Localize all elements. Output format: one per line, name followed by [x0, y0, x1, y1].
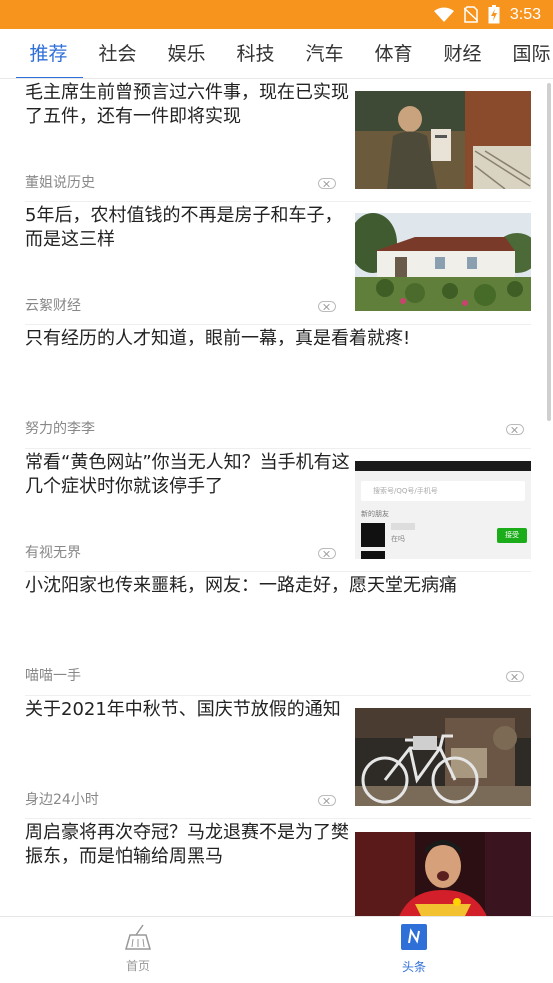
news-item[interactable]: 周启豪将再次夺冠？马龙退赛不是为了樊振东，而是怕输给周黑马 — [25, 819, 531, 916]
tab-tech[interactable]: 科技 — [221, 29, 290, 78]
news-source: 有视无界 — [25, 545, 81, 561]
news-source: 云絮财经 — [25, 298, 81, 314]
news-n-icon — [374, 924, 454, 952]
news-feed[interactable]: 毛主席生前曾预言过六件事，现在已实现了五件，还有一件即将实现 董姐说历史 5年后… — [0, 79, 553, 916]
news-source: 喵喵一手 — [25, 668, 81, 684]
news-item[interactable]: 毛主席生前曾预言过六件事，现在已实现了五件，还有一件即将实现 董姐说历史 — [25, 79, 531, 202]
phone-search-bar: 搜索号/QQ号/手机号 — [361, 481, 525, 501]
news-item[interactable]: 关于2021年中秋节、国庆节放假的通知 身边24小时 — [25, 696, 531, 819]
nav-headlines-label: 头条 — [401, 960, 426, 974]
news-title[interactable]: 毛主席生前曾预言过六件事，现在已实现了五件，还有一件即将实现 — [25, 81, 355, 129]
news-item[interactable]: 小沈阳家也传来噩耗，网友：一路走好，愿天堂无病痛 喵喵一手 — [25, 572, 531, 696]
broom-icon — [98, 923, 178, 951]
news-thumbnail[interactable] — [355, 708, 531, 806]
news-title[interactable]: 周启豪将再次夺冠？马龙退赛不是为了樊振东，而是怕输给周黑马 — [25, 821, 355, 869]
nav-home[interactable]: 首页 — [98, 923, 178, 974]
tab-sports[interactable]: 体育 — [359, 29, 428, 78]
wifi-icon — [433, 7, 454, 23]
news-title[interactable]: 常看“黄色网站”你当无人知？当手机有这几个症状时你就该停手了 — [25, 451, 355, 499]
feed-scrollbar[interactable] — [547, 83, 551, 421]
no-sim-icon — [463, 6, 478, 23]
phone-contact-note: 在吗 — [391, 535, 405, 543]
nav-home-label: 首页 — [125, 959, 150, 973]
bottom-nav: 首页 头条 — [0, 916, 553, 983]
news-title[interactable]: 只有经历的人才知道，眼前一幕，真是看着就疼! — [25, 327, 525, 351]
tab-finance[interactable]: 财经 — [428, 29, 497, 78]
dismiss-icon[interactable] — [318, 301, 336, 312]
news-thumbnail[interactable]: 搜索号/QQ号/手机号 新的朋友 在吗 接受 — [355, 461, 531, 559]
tab-society[interactable]: 社会 — [83, 29, 152, 78]
news-item[interactable]: 只有经历的人才知道，眼前一幕，真是看着就疼! 努力的李李 — [25, 325, 531, 449]
dismiss-icon[interactable] — [318, 548, 336, 559]
phone-section-label: 新的朋友 — [361, 510, 389, 518]
tab-international[interactable]: 国际 — [497, 29, 553, 78]
status-bar: 3:53 — [0, 0, 553, 29]
tab-recommend[interactable]: 推荐 — [0, 29, 83, 78]
dismiss-icon[interactable] — [506, 671, 524, 682]
dismiss-icon[interactable] — [318, 795, 336, 806]
news-title[interactable]: 关于2021年中秋节、国庆节放假的通知 — [25, 698, 355, 722]
news-source: 身边24小时 — [25, 792, 99, 808]
tab-entertainment[interactable]: 娱乐 — [152, 29, 221, 78]
news-thumbnail[interactable] — [355, 91, 531, 189]
news-thumbnail[interactable] — [355, 832, 531, 916]
nav-headlines[interactable]: 头条 — [374, 923, 454, 975]
category-tabs: 推荐 社会 娱乐 科技 汽车 体育 财经 国际 — [0, 29, 553, 79]
phone-accept-button: 接受 — [497, 528, 527, 543]
news-title[interactable]: 5年后，农村值钱的不再是房子和车子，而是这三样 — [25, 204, 355, 252]
news-item[interactable]: 5年后，农村值钱的不再是房子和车子，而是这三样 云絮财经 — [25, 202, 531, 325]
news-source: 董姐说历史 — [25, 175, 95, 191]
dismiss-icon[interactable] — [506, 424, 524, 435]
news-source: 努力的李李 — [25, 421, 95, 437]
news-item[interactable]: 常看“黄色网站”你当无人知？当手机有这几个症状时你就该停手了 有视无界 搜索号/… — [25, 449, 531, 572]
battery-charging-icon — [488, 5, 500, 24]
status-time: 3:53 — [509, 5, 541, 23]
tab-auto[interactable]: 汽车 — [290, 29, 359, 78]
dismiss-icon[interactable] — [318, 178, 336, 189]
news-thumbnail[interactable] — [355, 213, 531, 311]
news-title[interactable]: 小沈阳家也传来噩耗，网友：一路走好，愿天堂无病痛 — [25, 574, 525, 598]
